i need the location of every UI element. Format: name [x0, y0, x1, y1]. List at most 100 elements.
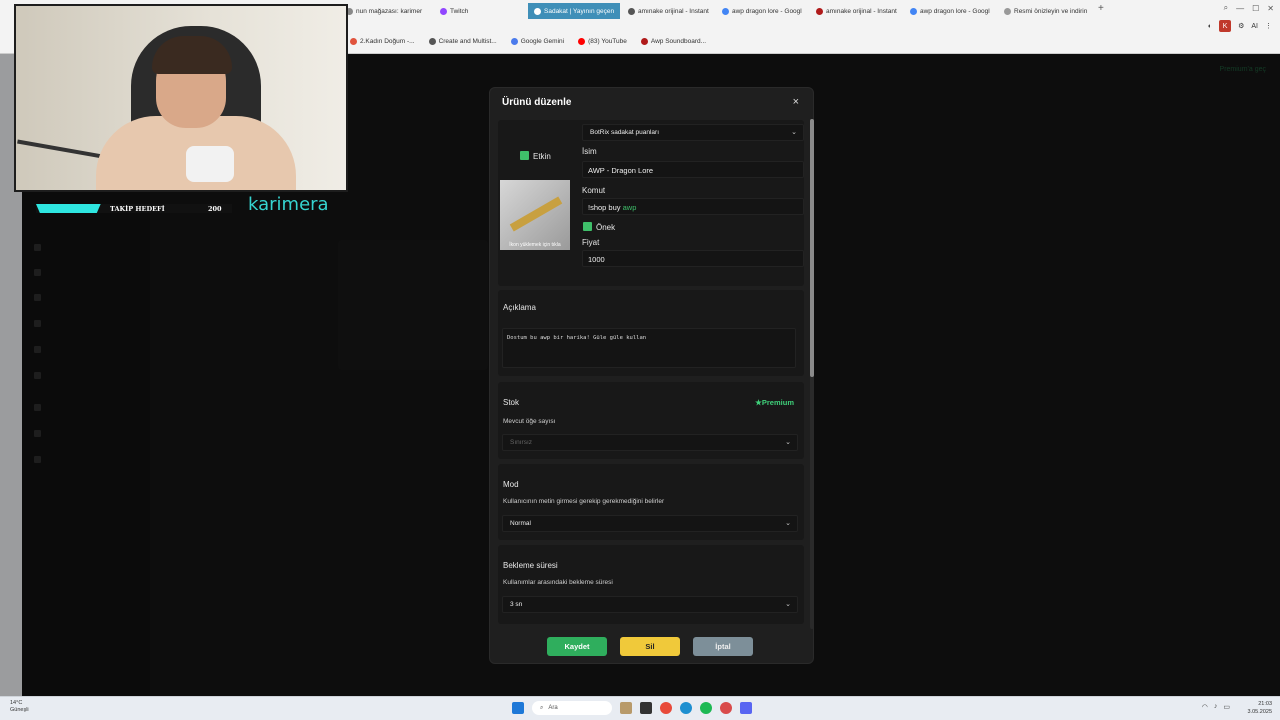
system-tray: ◠ ♪ ▭ — [1202, 703, 1230, 711]
opera-icon[interactable] — [720, 702, 732, 714]
goal-value: 200 — [208, 205, 222, 213]
command-label: Komut — [582, 186, 606, 195]
bookmarks-bar: 2.Kadın Doğum -... Create and Multist...… — [350, 38, 706, 45]
command-suffix: awp — [622, 203, 637, 212]
close-icon[interactable]: × — [793, 96, 799, 108]
name-input[interactable]: AWP - Dragon Lore — [582, 161, 804, 178]
star-icon: ★ — [755, 398, 762, 407]
cooldown-card: Bekleme süresi Kullanımlar arasındaki be… — [498, 545, 804, 624]
upload-caption: İkon yüklemek için tıkla — [509, 242, 561, 248]
stock-select[interactable]: Sınırsız ⌄ — [502, 434, 798, 451]
youtube-icon — [578, 38, 586, 45]
cooldown-select[interactable]: 3 sn ⌄ — [502, 596, 798, 613]
modal-scrollbar-thumb[interactable] — [810, 119, 814, 377]
chrome-icon[interactable] — [660, 702, 672, 714]
bookmark-item[interactable]: Create and Multist... — [428, 38, 497, 45]
bookmark-icon — [640, 38, 648, 45]
system-clock[interactable]: 21:03 3.05.2025 — [1248, 700, 1272, 716]
weather-temp: 14°C — [10, 700, 23, 706]
prefix-label: Önek — [596, 223, 616, 232]
volume-icon[interactable]: ♪ — [1214, 703, 1218, 711]
bookmark-icon — [350, 38, 357, 45]
tab-label: awp dragon lore - Googl — [732, 7, 802, 15]
streamer-brand: karimera — [248, 194, 329, 215]
reward-source-select[interactable]: BotRix sadakat puanları ⌄ — [582, 124, 804, 141]
menu-icon[interactable]: ⋮ — [1265, 22, 1272, 30]
tab-label: amınake orijinal - Instant — [638, 7, 709, 15]
command-input[interactable]: !shop buy awp — [582, 198, 804, 215]
tab-5[interactable]: awp dragon lore - Googl — [716, 3, 808, 19]
name-label: İsim — [582, 147, 597, 156]
chevron-down-icon: ⌄ — [791, 129, 797, 136]
windows-start-icon[interactable] — [512, 702, 524, 714]
tab-7[interactable]: awp dragon lore - Googl — [904, 3, 996, 19]
bookmark-item[interactable]: 2.Kadın Doğum -... — [350, 38, 415, 45]
description-textarea[interactable]: Dostum bu awp bir harika! Güle güle kull… — [502, 328, 796, 368]
new-tab-button[interactable]: + — [1092, 3, 1110, 21]
save-button[interactable]: Kaydet — [547, 637, 607, 656]
enabled-checkbox[interactable] — [520, 151, 529, 160]
discord-icon[interactable] — [740, 702, 752, 714]
bookmark-item[interactable]: Awp Soundboard... — [640, 38, 706, 45]
tab-favicon-icon — [534, 7, 541, 15]
price-input[interactable]: 1000 — [582, 250, 804, 267]
tab-6[interactable]: amınake orijinal - Instant — [810, 3, 902, 19]
close-icon[interactable]: ✕ — [1267, 4, 1274, 13]
taskbar: 14°C Güneşli ⌕ Ara ◠ ♪ ▭ 21:03 3.05.2025 — [0, 696, 1280, 720]
modal-scroll-area[interactable]: BotRix sadakat puanları ⌄ Etkin İkon yük… — [498, 120, 806, 624]
cooldown-value: 3 sn — [510, 601, 523, 608]
tab-label: nun mağazası: karimer — [356, 7, 423, 15]
stock-description: Mevcut öğe sayısı — [503, 418, 556, 425]
reward-source-value: BotRix sadakat puanları — [590, 129, 660, 136]
price-label: Fiyat — [582, 238, 600, 247]
google-icon — [910, 7, 917, 15]
battery-icon[interactable]: ▭ — [1223, 703, 1230, 711]
maximize-icon[interactable]: ☐ — [1252, 4, 1259, 13]
premium-badge-label: Premium — [761, 398, 794, 407]
taskbar-search[interactable]: ⌕ Ara — [532, 701, 612, 715]
tab-8[interactable]: Resmi önizleyin ve indirin — [998, 3, 1090, 19]
mode-select[interactable]: Normal ⌄ — [502, 515, 798, 532]
toolbar-icons: ◐ K ⚙ AI ⋮ — [1208, 20, 1272, 32]
app-icon[interactable] — [640, 702, 652, 714]
enabled-label: Etkin — [533, 152, 551, 161]
gear-icon[interactable]: ⚙ — [1238, 22, 1244, 30]
extension-icon[interactable]: ◐ — [1208, 23, 1212, 30]
description-label: Açıklama — [503, 303, 536, 312]
mode-value: Normal — [510, 520, 531, 527]
tab-favicon-icon — [1004, 7, 1011, 15]
wifi-icon[interactable]: ◠ — [1202, 703, 1208, 711]
spotify-icon[interactable] — [700, 702, 712, 714]
description-card: Açıklama Dostum bu awp bir harika! Güle … — [498, 290, 804, 376]
profile-avatar[interactable]: K — [1219, 20, 1232, 32]
tab-label: Resmi önizleyin ve indirin — [1014, 7, 1088, 15]
bookmark-label: Create and Multist... — [438, 38, 497, 45]
edit-product-modal: Ürünü düzenle × BotRix sadakat puanları … — [489, 87, 814, 664]
clock-time: 21:03 — [1258, 701, 1272, 707]
ai-button[interactable]: AI — [1251, 23, 1258, 30]
delete-button[interactable]: Sil — [620, 637, 680, 656]
tab-2[interactable]: Twitch — [434, 3, 526, 19]
google-icon — [722, 7, 729, 15]
bookmark-item[interactable]: Google Gemini — [510, 38, 564, 45]
cooldown-description: Kullanımlar arasındaki bekleme süresi — [503, 579, 613, 586]
prefix-checkbox[interactable] — [583, 222, 592, 231]
window-controls: ⌕ — ☐ ✕ — [1224, 3, 1274, 13]
bookmark-label: 2.Kadın Doğum -... — [360, 38, 415, 45]
tab-4[interactable]: amınake orijinal - Instant — [622, 3, 714, 19]
minimize-icon[interactable]: — — [1236, 4, 1244, 13]
search-icon: ⌕ — [540, 704, 544, 711]
tab-1[interactable]: nun mağazası: karimer — [340, 3, 432, 19]
weather-widget[interactable]: 14°C Güneşli — [10, 700, 29, 714]
bookmark-item[interactable]: (83) YouTube — [578, 38, 627, 45]
tab-label: Sadakat | Yayının geçen — [544, 7, 615, 15]
widget-icon[interactable] — [620, 702, 632, 714]
search-icon[interactable]: ⌕ — [1224, 3, 1228, 13]
command-prefix: !shop buy — [588, 203, 623, 212]
microphone — [186, 146, 234, 182]
cancel-button[interactable]: İptal — [693, 637, 753, 656]
chevron-down-icon: ⌄ — [785, 439, 791, 446]
tab-3[interactable]: Sadakat | Yayının geçen — [528, 3, 620, 19]
edge-icon[interactable] — [680, 702, 692, 714]
product-icon-upload[interactable]: İkon yüklemek için tıkla — [500, 180, 570, 250]
